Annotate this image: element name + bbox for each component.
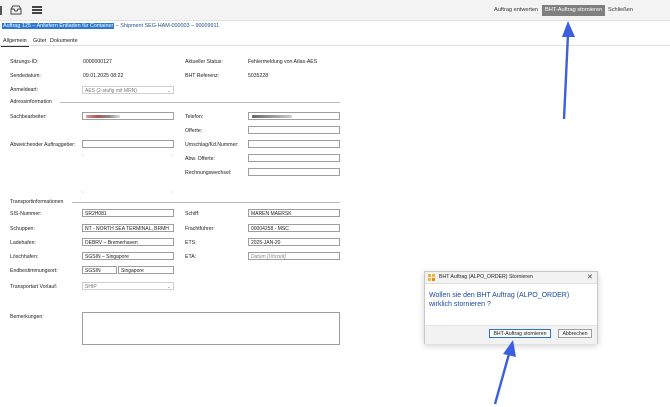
registration-select[interactable]: AES (2-stufig mit MRN) ⌄ [82,86,174,94]
tab-divider [0,45,670,46]
sis-field[interactable]: SR2H081 [82,209,174,217]
session-id-value: 0000000127 [83,59,112,65]
cancel-bht-order-button[interactable]: BHT-Auftrag stornieren [542,5,606,16]
breadcrumb-order[interactable]: Auftrag 125 – Anliefern Entladen für Con… [2,23,115,29]
eta-field[interactable]: Datum [Uhrzeit] [248,252,340,260]
carrier-field[interactable]: 00004258 - MSC [248,224,340,232]
bht-ref-label: BHT Referenz: [185,73,220,79]
panel-edge-icon [0,6,2,15]
alt-offer-field[interactable] [248,154,340,162]
alt-offer-label: Abw. Offerte: [185,156,215,162]
transship-field[interactable] [248,140,340,148]
list-icon[interactable] [31,5,43,15]
ets-label: ETS: [185,240,197,246]
redacted-value [86,115,120,118]
redacted-value [252,115,292,118]
pre-carriage-label: Transportart Vorlauf: [10,284,58,290]
invoice-change-label: Rechnungswechsel: [185,170,232,176]
breadcrumb-shipment[interactable]: Shipment SEG-HAM-000003 [120,23,189,29]
ship-label: Schiff: [185,211,200,217]
resize-grip-icon: ⌟ [171,151,173,156]
chevron-down-icon: ⌄ [166,88,171,94]
transport-section-rule [72,202,340,203]
ets-field[interactable]: 2025-JAN-20 [248,238,340,246]
discharge-port-field[interactable]: SGSIN – Singapore [82,252,174,260]
dialog-title: BHT Auftrag (ALPO_ORDER) Stornieren [439,274,533,280]
pre-carriage-value: SHIP [85,284,97,290]
alt-client-label: Abweichender Auftraggeber: [10,142,76,148]
registration-label: Anmeldeart: [10,87,38,93]
abort-button[interactable]: Abbrechen [558,329,592,338]
destination-label: Endbestimmungsort: [10,268,58,274]
alt-client-field[interactable] [82,140,174,148]
send-date-label: Sendedatum: [10,73,41,79]
shed-label: Schuppen: [10,226,35,232]
close-icon[interactable]: ✕ [587,272,593,283]
chevron-down-icon: ⌄ [166,284,171,290]
transport-section-title: Transportinformationen [10,199,64,205]
phone-label: Telefon: [185,114,204,120]
breadcrumb-number[interactable]: 90009911 [196,23,220,29]
invoice-change-field[interactable] [248,168,340,176]
eta-label: ETA: [185,254,197,260]
carrier-label: Frachtführer: [185,226,215,232]
session-id-label: Sitzungs-ID: [10,59,39,65]
draft-order-button[interactable]: Auftrag entwerten [491,5,541,16]
offer-field[interactable] [248,126,340,134]
discharge-port-label: Löschhafen: [10,254,39,260]
destination-name-field[interactable]: Singapore [118,266,174,274]
transship-label: Umschlag/Kd.Nummer: [185,142,239,148]
close-button[interactable]: Schließen [605,5,636,16]
breadcrumb: Auftrag 125 – Anliefern Entladen für Con… [2,22,219,30]
ship-field[interactable]: MAREN MAERSK [248,209,340,217]
toolbar: Auftrag entwerten BHT-Auftrag stornieren… [0,0,670,21]
app-logo-icon [428,274,435,281]
load-port-label: Ladehafen: [10,240,36,246]
confirm-cancel-order-button[interactable]: BHT-Auftrag stornieren [489,329,551,338]
registration-value: AES (2-stufig mit MRN) [85,88,137,94]
load-port-field[interactable]: DEBRV – Bremerhaven [82,238,174,246]
arrow-to-dialog-button [493,340,516,405]
inbox-icon[interactable] [10,5,22,15]
agent-label: Sachbearbeiter: [10,114,47,120]
offer-label: Offerte: [185,128,203,134]
bht-ref-value: 5035228 [248,73,269,79]
resize-grip-icon: ⌟ [171,188,173,193]
shed-field[interactable]: NT - NORTH SEA TERMINAL, BRMH [82,224,174,232]
sis-label: SIS-Nummer: [10,211,42,217]
dialog-message: Wollen sie den BHT Auftrag (ALPO_ORDER) … [429,292,570,308]
address-section-title: Adressinformation [10,99,52,105]
remarks-label: Bemerkungen: [10,314,44,320]
status-label: Aktueller Status: [185,59,223,65]
phone-field[interactable] [248,112,340,120]
agent-field[interactable] [82,112,174,120]
address-section-rule [60,102,340,103]
destination-code-field[interactable]: SGSIN [82,266,117,274]
arrow-to-toolbar-button [562,21,575,120]
send-date-value: 09.01.2025 08:22 [83,73,124,79]
pre-carriage-select[interactable]: SHIP ⌄ [82,282,174,290]
resize-grip-icon: ⌞ [82,188,84,193]
resize-grip-icon: ⌞ [82,151,84,156]
status-value: Fehlermeldung von Atlas-AES [248,59,318,65]
remarks-textarea[interactable] [82,312,340,345]
cancel-order-dialog: BHT Auftrag (ALPO_ORDER) Stornieren ✕ Wo… [424,271,598,344]
dialog-title-bar: BHT Auftrag (ALPO_ORDER) Stornieren ✕ [425,272,597,284]
